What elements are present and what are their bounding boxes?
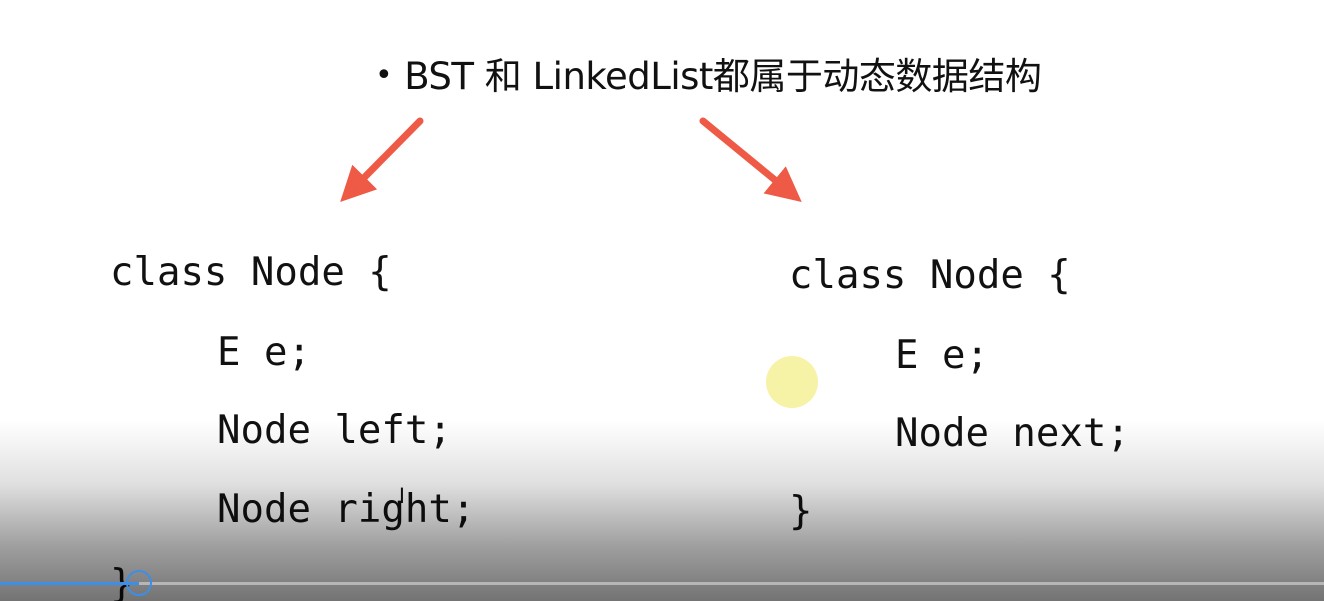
arrows (340, 117, 802, 202)
ll-line-class: class Node { (789, 253, 1071, 298)
bst-line-class: class Node { (110, 250, 392, 295)
ll-line-close: } (789, 489, 813, 534)
ll-line-element: E e; (895, 333, 989, 378)
left-arrow (340, 117, 424, 202)
bst-line-right: Node right; (217, 487, 476, 532)
linkedlist-node-code: class Node { E e; Node next; } (0, 0, 1130, 534)
progress-played (0, 582, 140, 585)
bst-line-left: Node left; (217, 408, 452, 453)
bst-line-element: E e; (217, 330, 311, 375)
progress-handle[interactable] (126, 570, 153, 596)
pointer-highlight (766, 356, 818, 408)
ll-line-next: Node next; (895, 411, 1130, 456)
right-arrow (699, 117, 802, 202)
video-progress-bar[interactable] (0, 570, 1324, 596)
video-frame: • BST 和 LinkedList都属于动态数据结构 class Node { … (0, 0, 1324, 601)
text-cursor-icon: ╵ (394, 489, 410, 519)
